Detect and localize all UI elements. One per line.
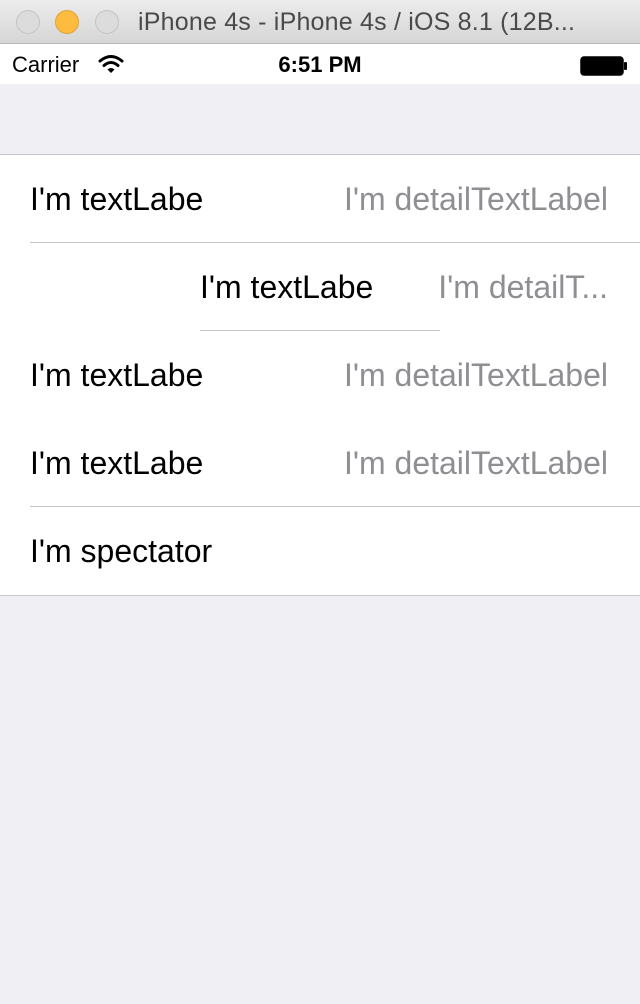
detail-text-label: I'm detailTextLabel bbox=[343, 181, 608, 217]
text-label: I'm textLabe bbox=[30, 181, 204, 217]
table-row[interactable]: I'm textLabe I'm detailTextLabel bbox=[0, 331, 640, 419]
simulator-window: iPhone 4s - iPhone 4s / iOS 8.1 (12B... … bbox=[0, 0, 640, 1004]
window-title: iPhone 4s - iPhone 4s / iOS 8.1 (12B... bbox=[138, 8, 576, 36]
table-row[interactable]: I'm textLabe I'm detailTextLabel bbox=[0, 155, 640, 243]
text-label: I'm textLabe bbox=[30, 357, 204, 393]
text-label: I'm textLabe bbox=[30, 445, 204, 481]
detail-text-label: I'm detailTextLabel bbox=[343, 445, 608, 481]
detail-text-label: I'm detailTextLabel bbox=[343, 357, 608, 393]
table-view[interactable]: I'm textLabe I'm detailTextLabel I'm tex… bbox=[0, 154, 640, 596]
close-window-button[interactable] bbox=[16, 10, 40, 34]
table-row[interactable]: I'm spectator bbox=[0, 507, 640, 595]
text-label: I'm spectator bbox=[30, 533, 213, 569]
zoom-window-button[interactable] bbox=[95, 10, 119, 34]
ios-status-bar: Carrier 6:51 PM bbox=[0, 44, 640, 84]
battery-icon bbox=[580, 56, 627, 76]
window-title-bar[interactable]: iPhone 4s - iPhone 4s / iOS 8.1 (12B... bbox=[0, 0, 640, 44]
table-row[interactable]: I'm textLabe I'm detailT... bbox=[0, 243, 640, 331]
detail-text-label: I'm detailT... bbox=[438, 269, 608, 305]
table-row[interactable]: I'm textLabe I'm detailTextLabel bbox=[0, 419, 640, 507]
minimize-window-button[interactable] bbox=[55, 10, 79, 34]
text-label: I'm textLabe bbox=[200, 269, 374, 305]
status-time: 6:51 PM bbox=[278, 52, 362, 77]
